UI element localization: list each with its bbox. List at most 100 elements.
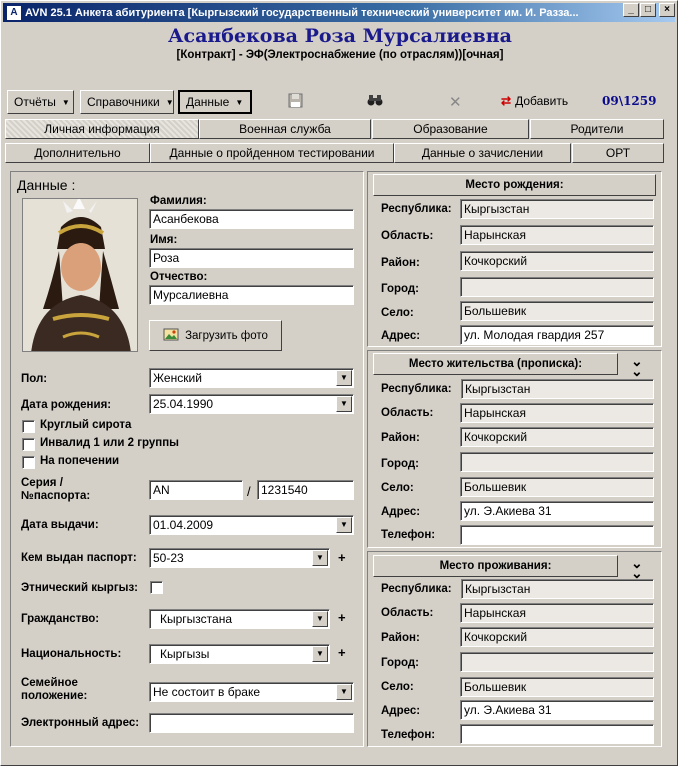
residence-label-village: Село: [381,681,414,693]
marital-status-select[interactable]: Не состоит в браке ▼ [149,682,354,702]
email-field[interactable] [149,713,354,733]
add-button[interactable]: ⇄ Добавить [501,94,568,108]
tab-parents[interactable]: Родители [530,119,664,139]
firstname-field[interactable]: Роза [149,248,354,268]
title-bar[interactable]: A AVN 25.1 Анкета абитуриента [Кыргызски… [3,3,675,22]
student-name: Асанбекова Роза Мурсалиевна [168,25,512,47]
tab-additional[interactable]: Дополнительно [5,143,150,163]
binoculars-icon[interactable] [367,93,383,110]
references-menu-button[interactable]: Справочники ▼ [80,90,174,114]
registration-label-city: Город: [381,458,419,470]
tab-personal-info[interactable]: Личная информация [5,119,199,139]
gender-select[interactable]: Женский ▼ [149,368,354,388]
registration-address-field[interactable]: ул. Э.Акиева 31 [460,501,654,521]
panel-heading: Данные : [17,177,76,193]
dropdown-arrow-icon: ▼ [235,97,244,107]
marital-label-line2: положение: [21,690,88,702]
student-program: [Контракт] - ЭФ(Электроснабжение (по отр… [176,49,504,61]
registration-label-address: Адрес: [381,506,421,518]
tab-education[interactable]: Образование [372,119,529,139]
birthplace-village-field[interactable]: Большевик [460,301,654,321]
issue-date-picker[interactable]: 01.04.2009 ▼ [149,515,354,535]
chevron-down-icon[interactable]: ▼ [312,611,328,627]
birthplace-district-field[interactable]: Кочкорский [460,251,654,271]
close-button[interactable]: × [659,3,675,17]
chevron-down-icon[interactable]: ▼ [312,646,328,662]
birthplace-label-address: Адрес: [381,330,421,342]
residence-section-button[interactable]: Место проживания: [373,555,618,577]
birthplace-address-field[interactable]: ул. Молодая гвардия 257 [460,325,654,345]
surname-field[interactable]: Асанбекова [149,209,354,229]
dropdown-arrow-icon: ▼ [61,97,70,107]
registration-label-village: Село: [381,482,414,494]
birthdate-picker[interactable]: 25.04.1990 ▼ [149,394,354,414]
chevron-down-icon[interactable]: ▼ [336,370,352,386]
disabled-checkbox[interactable] [22,438,35,451]
add-nationality-plus-button[interactable]: + [338,645,346,660]
issued-by-select[interactable]: 50-23 ▼ [149,548,330,568]
tab-military-service[interactable]: Военная служба [199,119,371,139]
tab-testing-data[interactable]: Данные о пройденном тестировании [150,143,394,163]
citizenship-value: Кыргызстана [160,612,232,626]
patronymic-field[interactable]: Мурсалиевна [149,285,354,305]
chevron-down-icon[interactable]: ▼ [312,550,328,566]
registration-label-phone: Телефон: [381,529,436,541]
residence-city-field[interactable] [460,652,654,672]
registration-district-field[interactable]: Кочкорский [460,427,654,447]
guardianship-checkbox[interactable] [22,456,35,469]
birthplace-section-button[interactable]: Место рождения: [373,174,656,196]
birthplace-city-field[interactable] [460,277,654,297]
issued-by-label: Кем выдан паспорт: [21,552,137,564]
birthdate-label: Дата рождения: [21,399,112,411]
birthplace-label-republic: Республика: [381,203,452,215]
minimize-button[interactable]: _ [623,3,639,17]
registration-section-button[interactable]: Место жительства (прописка): [373,353,618,375]
marital-label-line1: Семейное [21,677,78,689]
birthplace-republic-field[interactable]: Кыргызстан [460,199,654,219]
add-icon: ⇄ [501,94,512,108]
residence-republic-field[interactable]: Кыргызстан [461,579,654,599]
citizenship-select[interactable]: Кыргызстана ▼ [149,609,330,629]
photo-icon [163,326,179,345]
ethnic-kyrgyz-checkbox[interactable] [150,581,163,594]
residence-village-field[interactable]: Большевик [460,677,654,697]
registration-republic-field[interactable]: Кыргызстан [461,379,654,399]
residence-region-field[interactable]: Нарынская [460,603,654,623]
passport-series-field[interactable]: AN [149,480,243,500]
data-menu-button[interactable]: Данные ▼ [178,90,252,114]
x-icon[interactable]: ✕ [449,93,462,111]
residence-label-phone: Телефон: [381,729,436,741]
residence-district-field[interactable]: Кочкорский [460,627,654,647]
orphan-checkbox[interactable] [22,420,35,433]
chevron-down-icon[interactable]: ▼ [336,684,352,700]
issued-by-value: 50-23 [153,551,184,565]
nationality-select[interactable]: Кыргызы ▼ [149,644,330,664]
add-citizenship-plus-button[interactable]: + [338,610,346,625]
guardianship-label: На попечении [40,455,120,467]
tab-ort[interactable]: ОРТ [572,143,664,163]
registration-village-field[interactable]: Большевик [460,477,654,497]
reports-menu-button[interactable]: Отчёты ▼ [7,90,74,114]
registration-phone-field[interactable] [460,525,654,545]
chevron-down-icon[interactable]: ▼ [336,517,352,533]
data-label: Данные [186,95,230,109]
residence-phone-field[interactable] [460,724,654,744]
birthplace-region-field[interactable]: Нарынская [460,225,654,245]
add-issuer-plus-button[interactable]: + [338,550,346,565]
floppy-icon[interactable] [288,93,303,111]
birthplace-label-village: Село: [381,307,414,319]
double-chevron-down-icon[interactable]: ⌄ ⌄ [631,556,643,580]
chevron-down-icon[interactable]: ▼ [336,396,352,412]
issue-date-label: Дата выдачи: [21,519,99,531]
marital-status-value: Не состоит в браке [153,685,261,699]
registration-region-field[interactable]: Нарынская [460,403,654,423]
firstname-label: Имя: [150,234,178,246]
residence-label-address: Адрес: [381,705,421,717]
registration-city-field[interactable] [460,452,654,472]
maximize-button[interactable]: □ [640,3,656,17]
tab-enrollment-data[interactable]: Данные о зачислении [394,143,571,163]
passport-number-field[interactable]: 1231540 [257,480,354,500]
double-chevron-down-icon[interactable]: ⌄ ⌄ [631,354,643,378]
residence-address-field[interactable]: ул. Э.Акиева 31 [460,700,654,720]
load-photo-button[interactable]: Загрузить фото [149,320,282,351]
